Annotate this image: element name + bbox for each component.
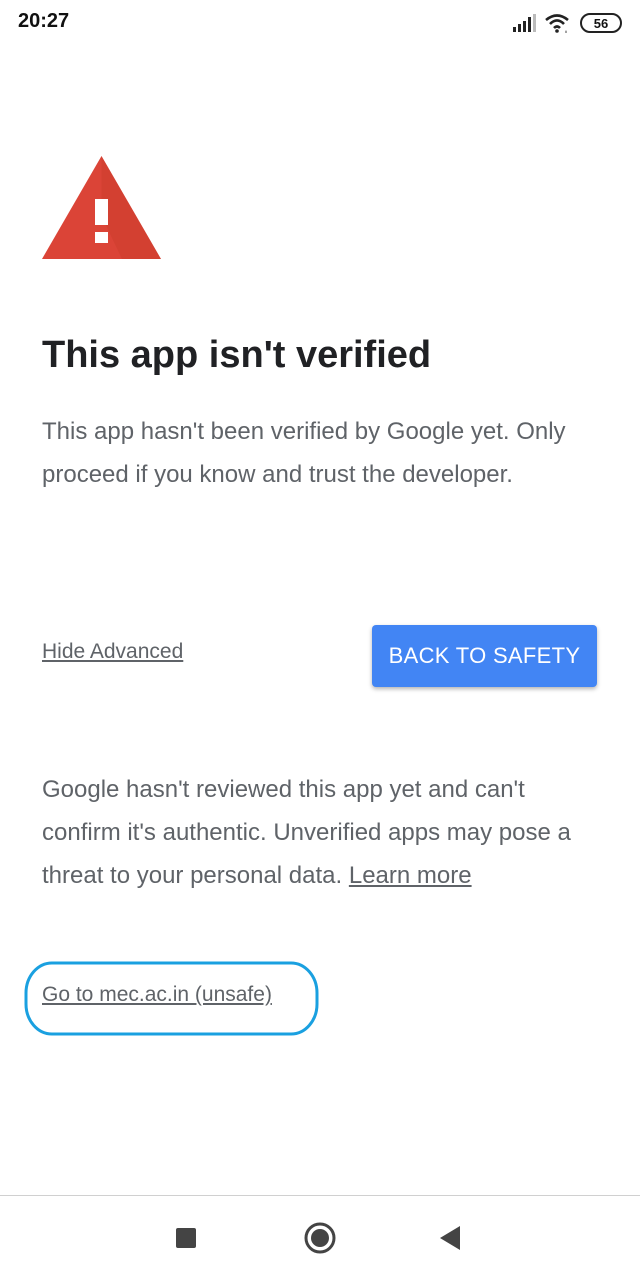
status-icons: ᵢᵢ 56 <box>512 12 622 34</box>
advanced-text: Google hasn't reviewed this app yet and … <box>42 776 571 889</box>
wifi-icon: ᵢᵢ <box>545 14 569 33</box>
back-button[interactable] <box>430 1218 470 1258</box>
learn-more-link[interactable]: Learn more <box>349 862 472 889</box>
status-time: 20:27 <box>18 10 70 32</box>
battery-icon: 56 <box>580 13 622 33</box>
warning-triangle-icon <box>42 156 161 259</box>
triangle-back-icon <box>440 1226 460 1250</box>
status-bar: 20:27 ᵢᵢ 56 <box>0 0 640 44</box>
svg-text:ᵢᵢ: ᵢᵢ <box>565 28 567 33</box>
go-to-unsafe-link[interactable]: Go to mec.ac.in (unsafe) <box>42 983 272 1007</box>
battery-level: 56 <box>593 15 609 31</box>
screen: 20:27 ᵢᵢ 56 This app isn't verified This… <box>0 0 640 1280</box>
description-text: This app hasn't been verified by Google … <box>42 418 566 488</box>
navigation-bar <box>0 1196 640 1280</box>
signal-icon <box>513 14 536 32</box>
page-title: This app isn't verified <box>42 334 432 376</box>
advanced-warning-text: Google hasn't reviewed this app yet and … <box>42 768 602 897</box>
circle-icon <box>304 1222 336 1254</box>
back-to-safety-button[interactable]: BACK TO SAFETY <box>372 625 597 687</box>
recents-button[interactable] <box>166 1218 206 1258</box>
home-button[interactable] <box>300 1218 340 1258</box>
square-icon <box>176 1228 196 1248</box>
hide-advanced-link[interactable]: Hide Advanced <box>42 640 183 664</box>
